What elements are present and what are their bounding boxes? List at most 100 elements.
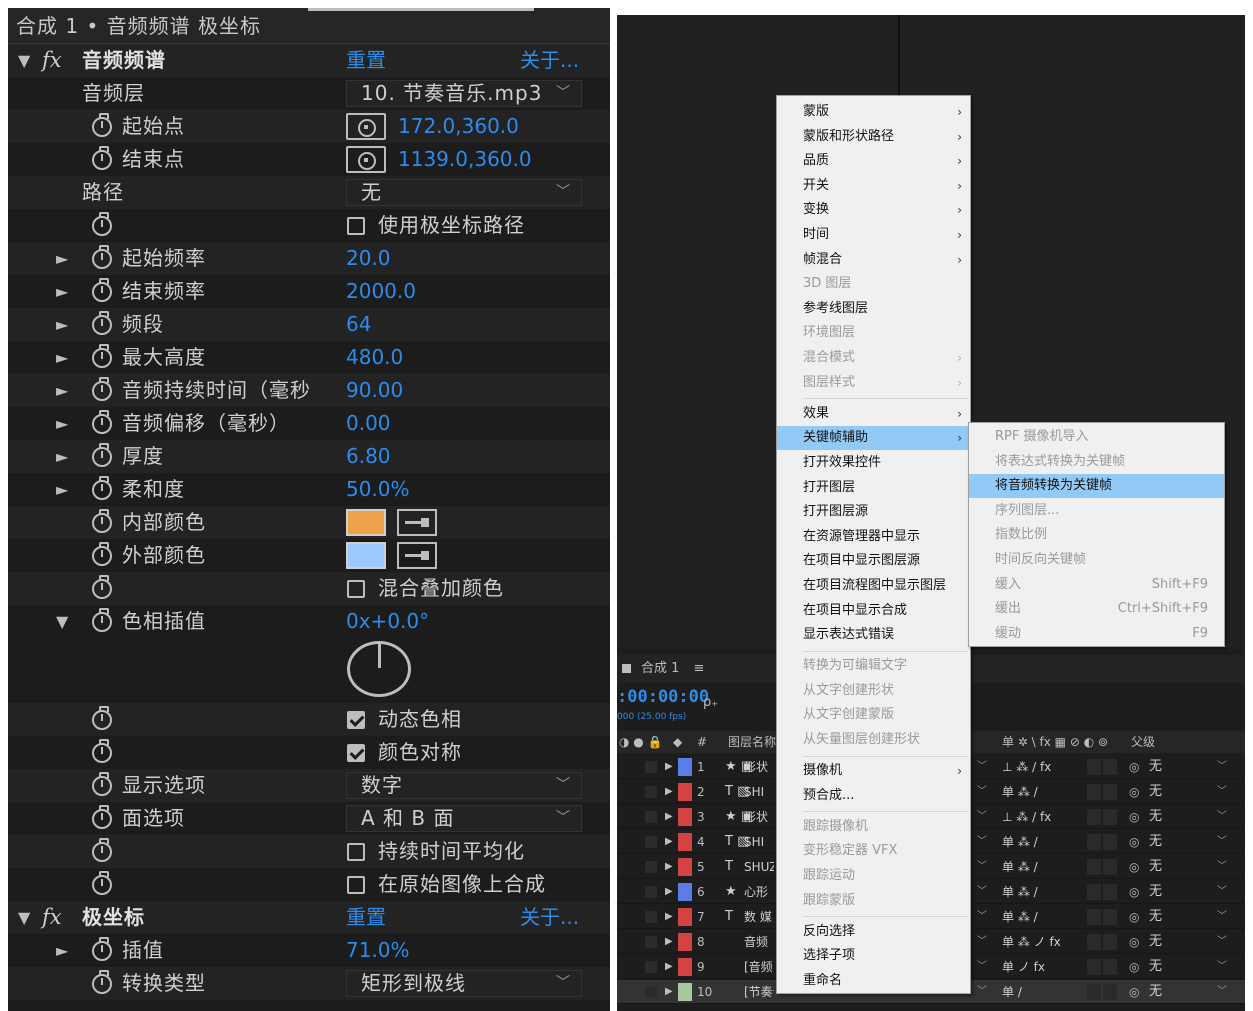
layer-label-color[interactable] <box>678 758 692 776</box>
solo-switch[interactable] <box>645 911 657 923</box>
stopwatch-icon[interactable] <box>92 706 112 730</box>
solo-switch[interactable] <box>645 861 657 873</box>
parent-chevron-icon[interactable]: ﹀ <box>1217 905 1227 929</box>
menu-item[interactable]: 图层样式 › <box>777 371 970 395</box>
mode-chevron-icon[interactable]: ﹀ <box>977 855 987 879</box>
parent-value[interactable]: 无 <box>1149 830 1162 854</box>
parent-value[interactable]: 无 <box>1149 755 1162 779</box>
menu-item[interactable]: 帧混合 › <box>777 248 970 272</box>
switch-box[interactable] <box>1087 884 1101 900</box>
duration-averaging-checkbox[interactable] <box>347 843 365 861</box>
parent-value[interactable]: 无 <box>1149 980 1162 1004</box>
layer-switches[interactable]: 单 ⁂ / <box>1002 830 1038 854</box>
end-frequency-value[interactable]: 2000.0 <box>346 275 416 308</box>
menu-item[interactable]: 变换 › <box>777 198 970 222</box>
mode-chevron-icon[interactable]: ﹀ <box>977 830 987 854</box>
stopwatch-icon[interactable] <box>92 245 112 269</box>
layer-label-color[interactable] <box>678 933 692 951</box>
menu-item[interactable]: 时间 › <box>777 223 970 247</box>
switch-box[interactable] <box>1087 859 1101 875</box>
collapse-triangle-icon[interactable]: ▼ <box>18 44 30 77</box>
conversion-type-dropdown[interactable]: 矩形到极线 ﹀ <box>346 970 582 997</box>
switch-box[interactable] <box>1103 934 1117 950</box>
submenu-item[interactable]: 指数比例 <box>969 523 1224 547</box>
hue-value[interactable]: 0x+0.0° <box>346 605 429 638</box>
solo-switch[interactable] <box>645 836 657 848</box>
display-options-dropdown[interactable]: 数字 ﹀ <box>346 772 582 799</box>
max-height-value[interactable]: 480.0 <box>346 341 403 374</box>
mode-chevron-icon[interactable]: ﹀ <box>977 780 987 804</box>
layer-label-color[interactable] <box>678 883 692 901</box>
menu-item[interactable]: 品质 › <box>777 149 970 173</box>
layer-name[interactable]: SHI <box>744 830 774 854</box>
switch-box[interactable] <box>1087 984 1101 1000</box>
switch-box[interactable] <box>1103 834 1117 850</box>
audio-offset-value[interactable]: 0.00 <box>346 407 391 440</box>
parent-chevron-icon[interactable]: ﹀ <box>1217 755 1227 779</box>
stopwatch-icon[interactable] <box>92 970 112 994</box>
parent-chevron-icon[interactable]: ﹀ <box>1217 830 1227 854</box>
submenu-item[interactable]: RPF 摄像机导入 <box>969 425 1224 449</box>
stopwatch-icon[interactable] <box>92 476 112 500</box>
layer-switches[interactable]: 单 ノ fx <box>1002 955 1045 979</box>
switch-box[interactable] <box>1103 959 1117 975</box>
layer-switches[interactable]: ⊥ ⁂ / fx <box>1002 805 1051 829</box>
stopwatch-icon[interactable] <box>92 937 112 961</box>
stopwatch-icon[interactable] <box>92 443 112 467</box>
menu-item[interactable]: 跟踪蒙版 <box>777 889 970 913</box>
layer-switches[interactable]: 单 ⁂ ノ fx <box>1002 930 1061 954</box>
switch-box[interactable] <box>1087 959 1101 975</box>
expand-triangle-icon[interactable]: ► <box>56 407 68 440</box>
layer-label-color[interactable] <box>678 833 692 851</box>
expand-triangle-icon[interactable]: ▶ <box>665 883 673 901</box>
layer-name[interactable]: 心形 <box>744 880 774 904</box>
expand-triangle-icon[interactable]: ► <box>56 242 68 275</box>
pickwhip-icon[interactable]: ◎ <box>1129 880 1139 904</box>
menu-item[interactable]: 参考线图层 <box>777 297 970 321</box>
menu-item[interactable]: 从矢量图层创建形状 <box>777 728 970 752</box>
parent-chevron-icon[interactable]: ﹀ <box>1217 930 1227 954</box>
switch-box[interactable] <box>1087 759 1101 775</box>
stopwatch-icon[interactable] <box>92 146 112 170</box>
menu-item[interactable]: 在项目中显示合成 <box>777 599 970 623</box>
stopwatch-icon[interactable] <box>92 212 112 236</box>
layer-switches[interactable]: 单 ⁂ / <box>1002 880 1038 904</box>
parent-chevron-icon[interactable]: ﹀ <box>1217 780 1227 804</box>
menu-item[interactable]: 转换为可编辑文字 <box>777 654 970 678</box>
stopwatch-icon[interactable] <box>92 608 112 632</box>
parent-chevron-icon[interactable]: ﹀ <box>1217 955 1227 979</box>
layer-switches[interactable]: 单 ⁂ / <box>1002 855 1038 879</box>
menu-item[interactable]: 在项目中显示图层源 <box>777 549 970 573</box>
stopwatch-icon[interactable] <box>92 278 112 302</box>
audio-layer-dropdown[interactable]: 10. 节奏音乐.mp3 ﹀ <box>346 80 582 107</box>
expand-triangle-icon[interactable]: ► <box>56 341 68 374</box>
path-dropdown[interactable]: 无 ﹀ <box>346 179 582 206</box>
menu-item[interactable]: 3D 图层 <box>777 272 970 296</box>
stopwatch-icon[interactable] <box>92 113 112 137</box>
parent-chevron-icon[interactable]: ﹀ <box>1217 805 1227 829</box>
parent-value[interactable]: 无 <box>1149 780 1162 804</box>
current-timecode[interactable]: :00:00:00 <box>617 687 709 707</box>
pickwhip-icon[interactable]: ◎ <box>1129 930 1139 954</box>
switch-box[interactable] <box>1087 834 1101 850</box>
stopwatch-icon[interactable] <box>92 871 112 895</box>
mode-chevron-icon[interactable]: ﹀ <box>977 805 987 829</box>
menu-item[interactable]: 打开图层源 <box>777 500 970 524</box>
mode-chevron-icon[interactable]: ﹀ <box>977 980 987 1004</box>
scroll-indicator[interactable] <box>308 8 534 11</box>
expand-triangle-icon[interactable]: ▶ <box>665 808 673 826</box>
layer-switches[interactable]: 单 ⁂ / <box>1002 905 1038 929</box>
menu-item[interactable]: 变形稳定器 VFX <box>777 839 970 863</box>
stopwatch-icon[interactable] <box>92 838 112 862</box>
switch-box[interactable] <box>1103 859 1117 875</box>
eyedropper-icon[interactable] <box>397 509 437 536</box>
stopwatch-icon[interactable] <box>92 377 112 401</box>
menu-item[interactable]: 选择子项 <box>777 944 970 968</box>
side-options-dropdown[interactable]: A 和 B 面 ﹀ <box>346 805 582 832</box>
layer-name[interactable]: 形状 <box>744 755 774 779</box>
reset-link[interactable]: 重置 <box>346 901 386 934</box>
menu-item[interactable]: 关键帧辅助 › <box>777 426 970 451</box>
layer-label-color[interactable] <box>678 908 692 926</box>
point-target-button[interactable] <box>346 113 386 140</box>
layer-name[interactable]: [节奏音乐.mp3] <box>744 980 774 1004</box>
